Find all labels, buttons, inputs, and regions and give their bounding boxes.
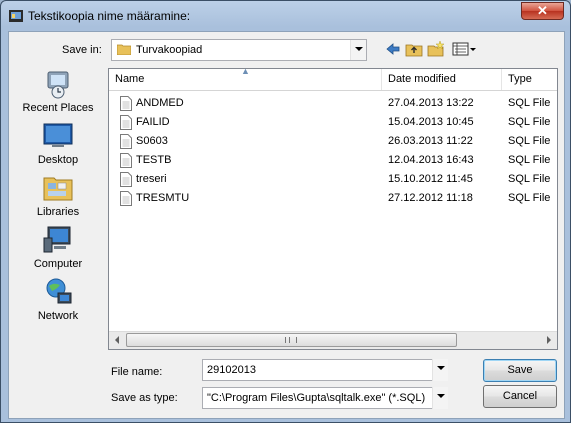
computer-icon [43,226,71,253]
file-name-field[interactable]: 29102013 [202,359,448,381]
place-label: Recent Places [22,102,94,114]
save-as-type-value: "C:\Program Files\Gupta\sqltalk.exe" (*.… [207,392,426,404]
file-name: FAILID [136,116,170,128]
file-date-modified: 12.04.2013 16:43 [388,154,474,166]
save-as-type-dropdown[interactable]: "C:\Program Files\Gupta\sqltalk.exe" (*.… [202,387,448,409]
grip-icon [285,337,297,343]
scroll-right-icon[interactable] [540,332,557,348]
back-icon[interactable] [385,40,401,58]
sql-file-icon [120,172,132,187]
sql-file-icon [120,96,132,111]
libraries-icon [43,177,73,201]
file-list-header: ▲ Name Date modified Type [109,69,557,91]
file-name-label: File name: [111,366,163,378]
file-row[interactable]: S0603 26.03.2013 11:22 SQL File [109,132,557,151]
chevron-down-icon[interactable] [350,40,366,60]
file-type: SQL File [508,116,551,128]
place-recent-places[interactable]: Recent Places [14,68,102,114]
close-icon: ✕ [537,3,548,18]
place-label: Desktop [37,154,79,166]
dialog-client: Save in: Turvakoopiad Recent Places Desk… [8,31,565,419]
desktop-icon [43,123,73,147]
place-network[interactable]: Network [14,276,102,322]
file-name: TESTB [136,154,172,166]
place-label: Computer [33,258,83,270]
file-date-modified: 15.10.2012 11:45 [388,173,473,185]
up-folder-icon[interactable] [405,40,423,58]
place-desktop[interactable]: Desktop [14,120,102,166]
chevron-down-icon[interactable] [432,359,448,381]
app-icon [9,10,23,22]
file-date-modified: 27.04.2013 13:22 [388,97,474,109]
sql-file-icon [120,115,132,130]
place-label: Libraries [36,206,80,218]
file-row[interactable]: ANDMED 27.04.2013 13:22 SQL File [109,94,557,113]
save-in-label: Save in: [62,44,102,56]
file-date-modified: 27.12.2012 11:18 [388,192,473,204]
window-title: Tekstikoopia nime määramine: [28,9,191,23]
save-button[interactable]: Save [483,359,557,382]
chevron-down-icon[interactable] [432,387,448,409]
file-name: treseri [136,173,167,185]
file-row[interactable]: TRESMTU 27.12.2012 11:18 SQL File [109,189,557,208]
file-type: SQL File [508,135,551,147]
scrollbar-thumb[interactable] [126,333,457,347]
file-name-value: 29102013 [207,364,256,376]
view-menu-icon[interactable] [452,40,478,58]
file-type: SQL File [508,173,551,185]
file-row[interactable]: FAILID 15.04.2013 10:45 SQL File [109,113,557,132]
recent-places-icon [47,71,69,99]
file-row[interactable]: TESTB 12.04.2013 16:43 SQL File [109,151,557,170]
save-in-dropdown[interactable]: Turvakoopiad [111,39,367,61]
column-header-name[interactable]: ▲ Name [109,69,382,90]
places-bar: Recent Places Desktop Libraries Computer… [14,68,102,328]
place-libraries[interactable]: Libraries [14,172,102,218]
network-icon [46,278,72,304]
close-button[interactable]: ✕ [521,2,564,20]
sql-file-icon [120,134,132,149]
dialog-window: Tekstikoopia nime määramine: ✕ Save in: … [0,0,571,423]
file-row[interactable]: treseri 15.10.2012 11:45 SQL File [109,170,557,189]
save-in-value: Turvakoopiad [136,44,203,56]
title-bar[interactable]: Tekstikoopia nime määramine: ✕ [1,1,570,31]
file-name: S0603 [136,135,168,147]
folder-icon [117,44,131,55]
cancel-button[interactable]: Cancel [483,385,557,408]
sort-ascending-icon: ▲ [241,68,250,76]
file-date-modified: 15.04.2013 10:45 [388,116,474,128]
file-list[interactable]: ▲ Name Date modified Type ANDMED 27.04.20… [108,68,558,350]
place-computer[interactable]: Computer [14,224,102,270]
file-type: SQL File [508,97,551,109]
scroll-left-icon[interactable] [109,332,126,348]
sql-file-icon [120,191,132,206]
place-label: Network [37,310,79,322]
file-name: TRESMTU [136,192,190,204]
save-as-type-label: Save as type: [111,392,178,404]
file-date-modified: 26.03.2013 11:22 [388,135,473,147]
column-header-date-modified[interactable]: Date modified [382,69,502,90]
file-type: SQL File [508,154,551,166]
horizontal-scrollbar[interactable] [109,331,557,349]
column-header-type[interactable]: Type [502,69,557,90]
new-folder-icon[interactable] [427,40,445,58]
sql-file-icon [120,153,132,168]
file-name: ANDMED [136,97,184,109]
file-type: SQL File [508,192,551,204]
